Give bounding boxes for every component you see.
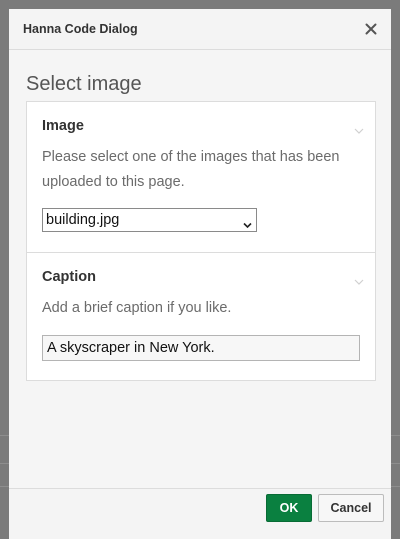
caption-section-title: Caption	[42, 269, 96, 285]
chevron-down-icon[interactable]	[353, 273, 365, 285]
page-heading: Select image	[26, 73, 142, 95]
form-panel: Image Please select one of the images th…	[26, 101, 376, 381]
ok-button[interactable]: OK	[266, 494, 312, 522]
image-select[interactable]: building.jpg	[42, 208, 257, 232]
image-section-description: Please select one of the images that has…	[42, 149, 340, 190]
dialog-content: Select image Image Please select one of …	[9, 50, 391, 488]
dropdown-arrow-icon	[243, 216, 252, 229]
dialog-titlebar: Hanna Code Dialog	[9, 9, 391, 50]
dialog-footer: OK Cancel	[9, 488, 391, 539]
image-section-title: Image	[42, 118, 84, 134]
hanna-code-dialog: Hanna Code Dialog Select image Image Ple…	[9, 9, 391, 539]
caption-section: Caption Add a brief caption if you like.…	[27, 253, 375, 380]
caption-section-description: Add a brief caption if you like.	[42, 300, 232, 316]
image-select-value: building.jpg	[46, 212, 120, 228]
cancel-button[interactable]: Cancel	[318, 494, 384, 522]
chevron-down-icon[interactable]	[353, 122, 365, 134]
caption-input-value: A skyscraper in New York.	[47, 340, 215, 356]
caption-input[interactable]: A skyscraper in New York.	[42, 335, 360, 361]
image-section: Image Please select one of the images th…	[27, 102, 375, 252]
dialog-title: Hanna Code Dialog	[23, 22, 138, 36]
close-icon[interactable]	[361, 19, 381, 39]
